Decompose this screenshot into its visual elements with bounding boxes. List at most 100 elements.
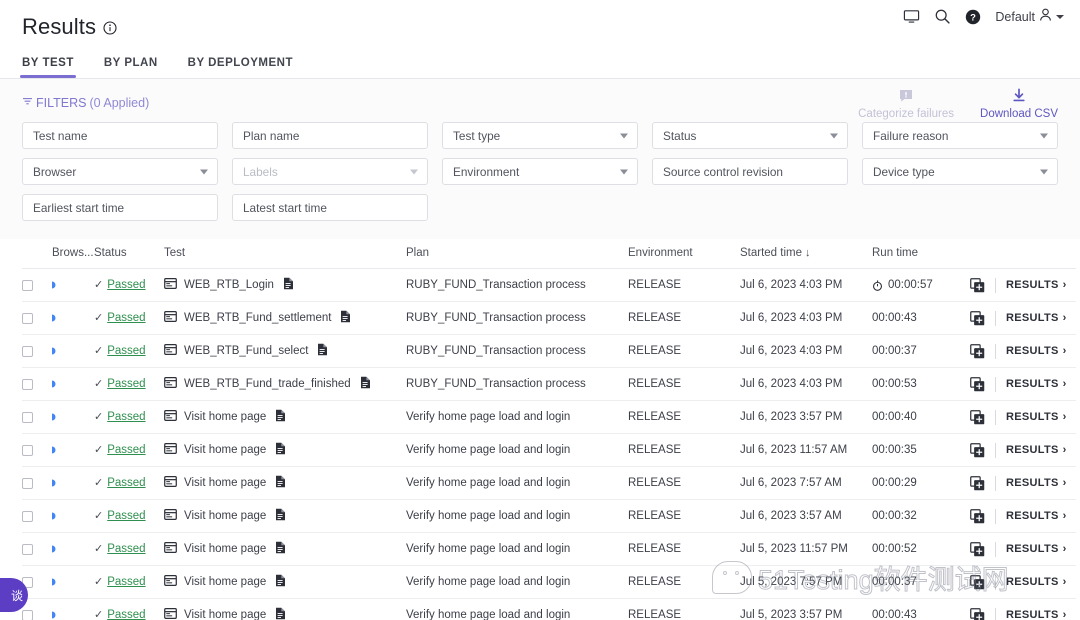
- filter-plan-name[interactable]: Plan name: [232, 122, 428, 149]
- tab-by-test[interactable]: BY TEST: [20, 57, 76, 78]
- table-row[interactable]: ✓ Passed WEB_RTB_Fund_select RUBY_FUND_Tran…: [22, 334, 1076, 368]
- status-passed-link[interactable]: Passed: [107, 411, 145, 423]
- row-results-cell: RESULTS ›: [970, 301, 1076, 335]
- info-circle-icon[interactable]: [103, 21, 117, 35]
- filter-latest-start-time[interactable]: Latest start time: [232, 194, 428, 221]
- row-checkbox[interactable]: [22, 312, 33, 324]
- results-divider: [995, 310, 996, 326]
- filter-labels[interactable]: Labels: [232, 158, 428, 185]
- table-row[interactable]: ✓ Passed Visit home page Verify home page l…: [22, 433, 1076, 467]
- add-to-comparison-icon[interactable]: [970, 310, 985, 326]
- results-link[interactable]: RESULTS ›: [1006, 345, 1067, 357]
- filter-environment[interactable]: Environment: [442, 158, 638, 185]
- filter-test-type[interactable]: Test type: [442, 122, 638, 149]
- monitor-icon[interactable]: [903, 8, 920, 25]
- document-icon[interactable]: [317, 343, 328, 359]
- document-icon[interactable]: [275, 541, 286, 557]
- document-icon[interactable]: [275, 409, 286, 425]
- add-to-comparison-icon[interactable]: [970, 442, 985, 458]
- row-browser-cell: [52, 301, 94, 335]
- filter-earliest-start-time[interactable]: Earliest start time: [22, 194, 218, 221]
- add-to-comparison-icon[interactable]: [970, 376, 985, 392]
- results-link[interactable]: RESULTS ›: [1006, 378, 1067, 390]
- results-link[interactable]: RESULTS ›: [1006, 576, 1067, 588]
- user-menu[interactable]: Default: [995, 8, 1064, 25]
- results-link[interactable]: RESULTS ›: [1006, 477, 1067, 489]
- status-passed-link[interactable]: Passed: [107, 576, 145, 588]
- results-link[interactable]: RESULTS ›: [1006, 609, 1067, 620]
- help-circle-icon[interactable]: ?: [965, 9, 981, 25]
- table-row[interactable]: ✓ Passed Visit home page Verify home page l…: [22, 565, 1076, 599]
- run-time-label: 00:00:40: [872, 411, 917, 423]
- table-row[interactable]: ✓ Passed WEB_RTB_Fund_settlement RUBY_FUND_…: [22, 301, 1076, 335]
- add-to-comparison-icon[interactable]: [970, 343, 985, 359]
- filter-device-type-placeholder: Device type: [873, 164, 935, 179]
- results-link[interactable]: RESULTS ›: [1006, 510, 1067, 522]
- row-status-cell: ✓ Passed: [94, 367, 164, 401]
- results-link[interactable]: RESULTS ›: [1006, 444, 1067, 456]
- add-to-comparison-icon[interactable]: [970, 574, 985, 590]
- filters-toggle[interactable]: FILTERS (0 Applied): [22, 96, 149, 110]
- status-passed-link[interactable]: Passed: [107, 609, 145, 620]
- search-icon[interactable]: [934, 8, 951, 25]
- status-passed-link[interactable]: Passed: [107, 279, 145, 291]
- document-icon[interactable]: [275, 475, 286, 491]
- status-passed-link[interactable]: Passed: [107, 477, 145, 489]
- document-icon[interactable]: [275, 607, 286, 620]
- filter-test-name[interactable]: Test name: [22, 122, 218, 149]
- browser-window-icon: [164, 377, 177, 391]
- tab-by-plan[interactable]: BY PLAN: [104, 57, 158, 78]
- status-passed-link[interactable]: Passed: [107, 378, 145, 390]
- column-checkbox: [22, 239, 52, 269]
- table-row[interactable]: ✓ Passed Visit home page Verify home page l…: [22, 466, 1076, 500]
- status-passed-link[interactable]: Passed: [107, 444, 145, 456]
- row-checkbox[interactable]: [22, 543, 33, 555]
- document-icon[interactable]: [340, 310, 351, 326]
- tab-by-deployment[interactable]: BY DEPLOYMENT: [188, 57, 293, 78]
- status-passed-link[interactable]: Passed: [107, 510, 145, 522]
- table-row[interactable]: ✓ Passed Visit home page Verify home page l…: [22, 400, 1076, 434]
- results-link[interactable]: RESULTS ›: [1006, 312, 1067, 324]
- row-checkbox[interactable]: [22, 378, 33, 390]
- row-checkbox[interactable]: [22, 510, 33, 522]
- column-started-time[interactable]: Started time ↓: [740, 239, 872, 269]
- row-checkbox[interactable]: [22, 279, 33, 291]
- filter-source-control-revision[interactable]: Source control revision: [652, 158, 848, 185]
- results-link[interactable]: RESULTS ›: [1006, 543, 1067, 555]
- status-passed-link[interactable]: Passed: [107, 312, 145, 324]
- row-checkbox[interactable]: [22, 444, 33, 456]
- add-to-comparison-icon[interactable]: [970, 409, 985, 425]
- table-row[interactable]: ✓ Passed Visit home page Verify home page l…: [22, 499, 1076, 533]
- add-to-comparison-icon[interactable]: [970, 508, 985, 524]
- filter-status[interactable]: Status: [652, 122, 848, 149]
- document-icon[interactable]: [283, 277, 294, 293]
- status-passed-link[interactable]: Passed: [107, 345, 145, 357]
- row-checkbox[interactable]: [22, 477, 33, 489]
- table-row[interactable]: ✓ Passed Visit home page Verify home page l…: [22, 532, 1076, 566]
- document-icon[interactable]: [275, 508, 286, 524]
- row-plan-cell: Verify home page load and login: [406, 532, 628, 566]
- add-to-comparison-icon[interactable]: [970, 541, 985, 557]
- table-row[interactable]: ✓ Passed WEB_RTB_Fund_trade_finished RUBY_F…: [22, 367, 1076, 401]
- download-csv-button[interactable]: Download CSV: [980, 87, 1058, 120]
- document-icon[interactable]: [360, 376, 371, 392]
- row-checkbox[interactable]: [22, 609, 33, 620]
- results-link[interactable]: RESULTS ›: [1006, 411, 1067, 423]
- categorize-failures-button[interactable]: Categorize failures: [858, 87, 954, 120]
- status-passed-link[interactable]: Passed: [107, 543, 145, 555]
- table-row[interactable]: ✓ Passed Visit home page Verify home page l…: [22, 598, 1076, 620]
- add-to-comparison-icon[interactable]: [970, 475, 985, 491]
- add-to-comparison-icon[interactable]: [970, 607, 985, 620]
- chevron-down-icon: [1040, 133, 1048, 138]
- row-checkbox[interactable]: [22, 411, 33, 423]
- results-link[interactable]: RESULTS ›: [1006, 279, 1067, 291]
- document-icon[interactable]: [275, 574, 286, 590]
- flag-comment-icon: [898, 87, 914, 104]
- row-checkbox[interactable]: [22, 345, 33, 357]
- filter-browser[interactable]: Browser: [22, 158, 218, 185]
- document-icon[interactable]: [275, 442, 286, 458]
- add-to-comparison-icon[interactable]: [970, 277, 985, 293]
- table-row[interactable]: ✓ Passed WEB_RTB_Login RUBY_FUND_Transactio…: [22, 268, 1076, 302]
- filter-device-type[interactable]: Device type: [862, 158, 1058, 185]
- filter-failure-reason[interactable]: Failure reason: [862, 122, 1058, 149]
